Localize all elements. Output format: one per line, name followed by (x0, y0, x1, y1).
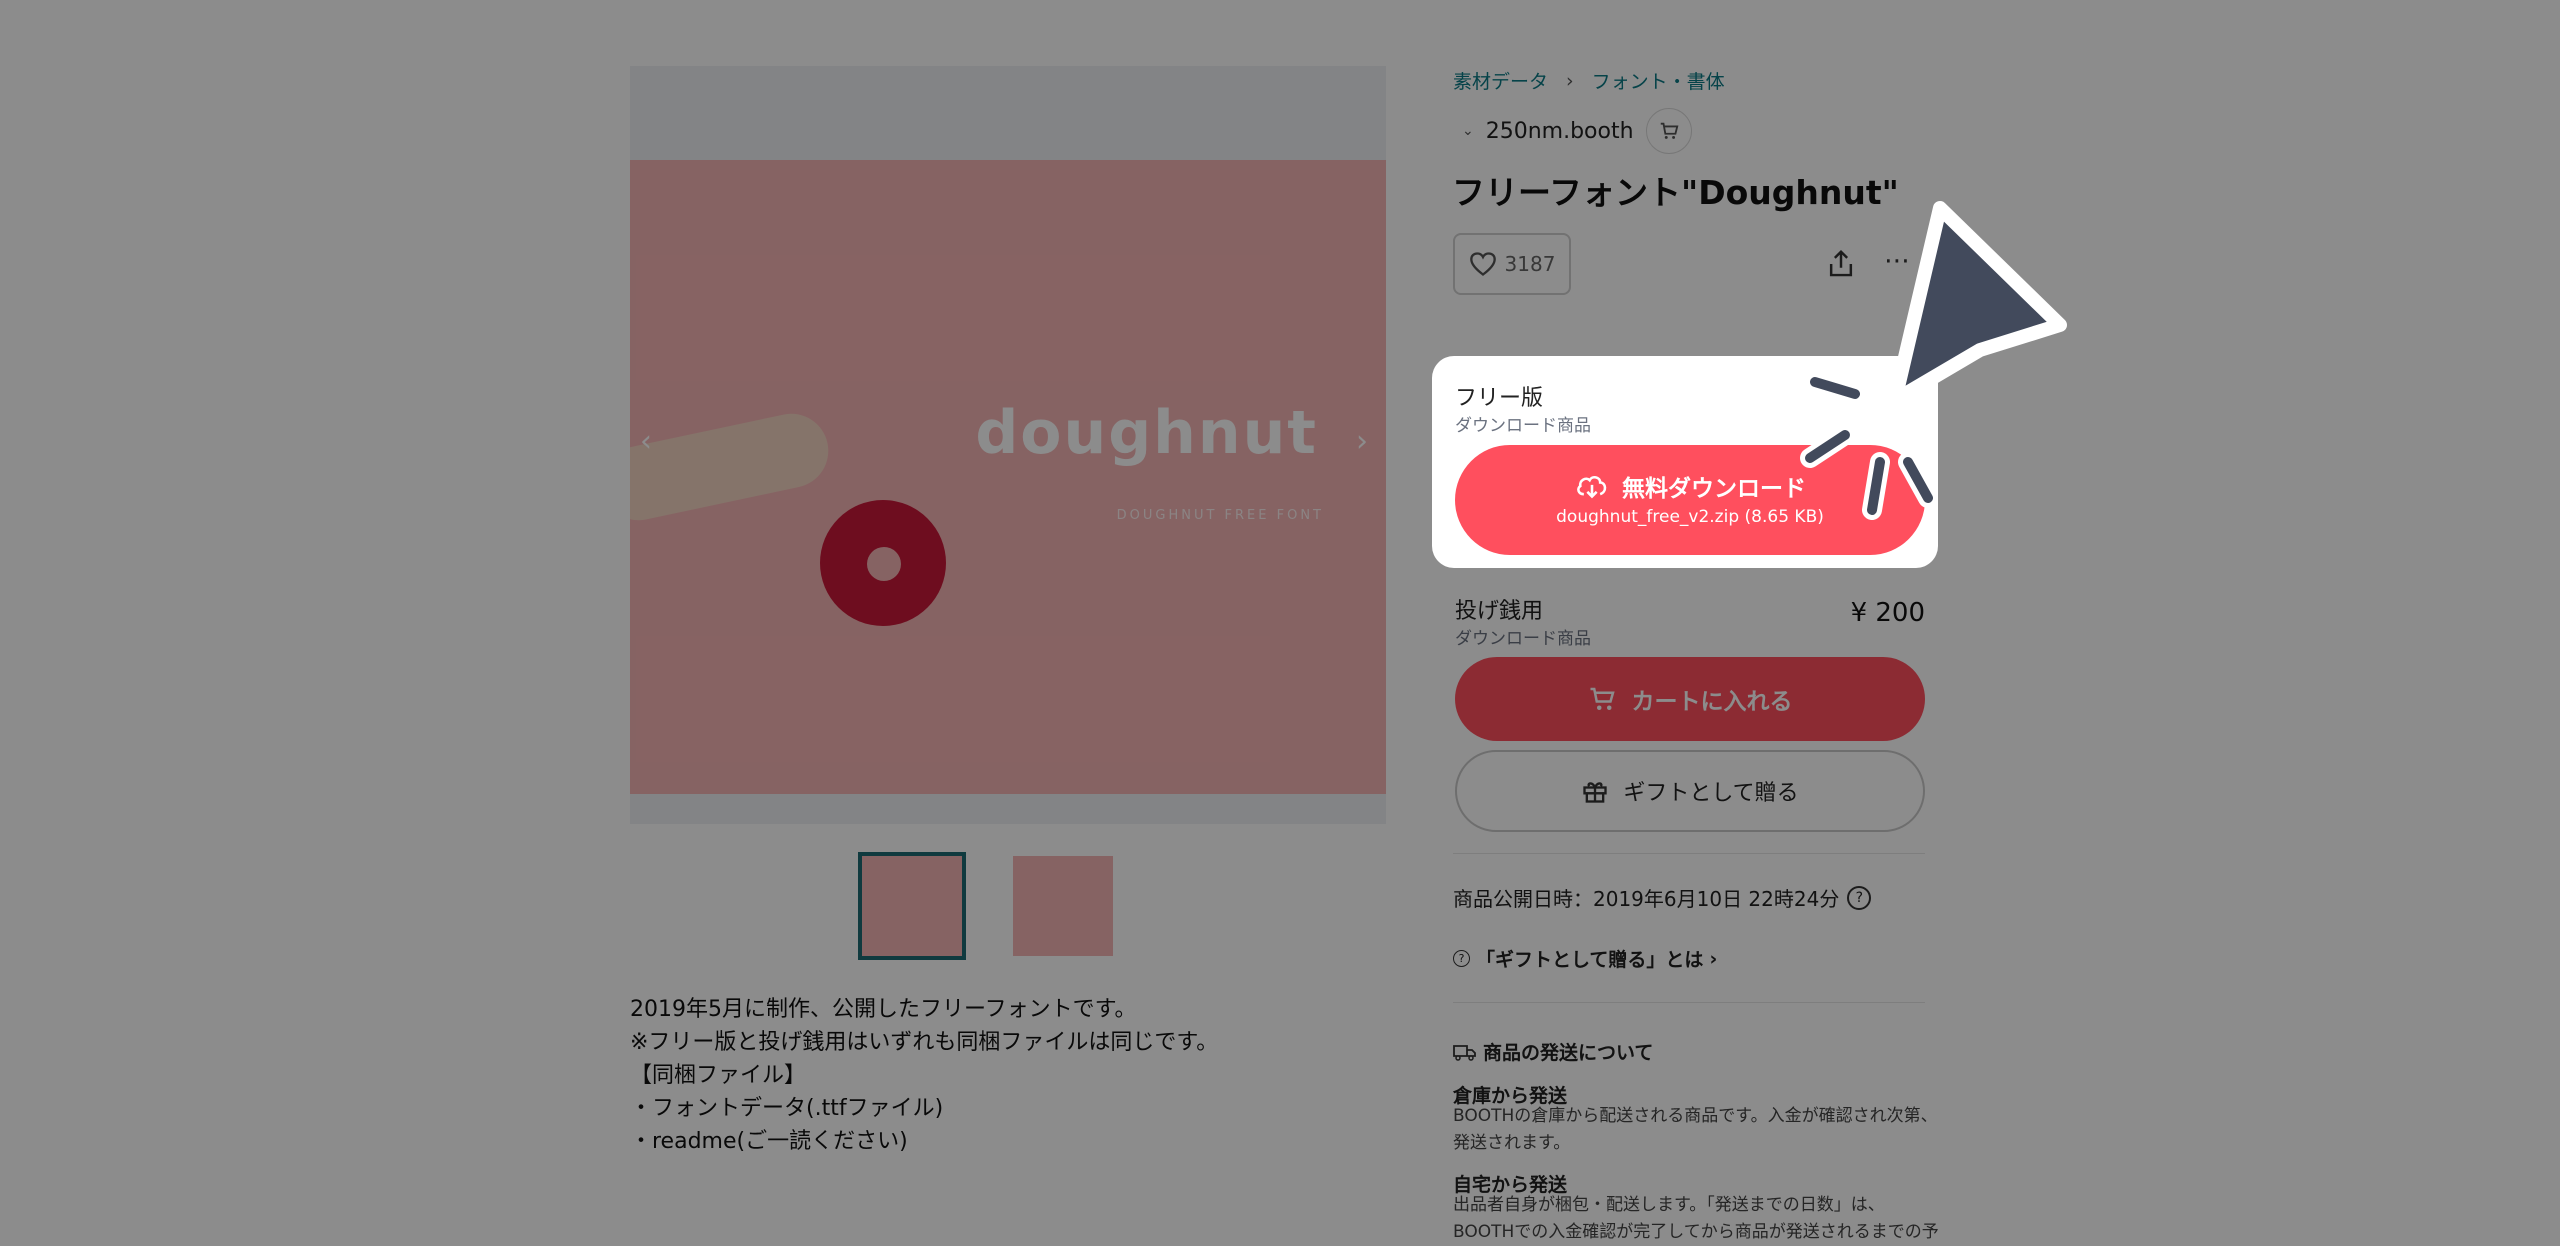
pointer-cursor-icon (1800, 201, 2067, 520)
description-line: ※フリー版と投げ銭用はいずれも同梱ファイルは同じです。 (630, 1030, 1219, 1055)
donut-hole (867, 547, 901, 581)
hand-illustration (630, 406, 836, 528)
like-count: 3187 (1504, 252, 1556, 276)
description-line: 【同梱ファイル】 (630, 1063, 807, 1088)
gift-label: ギフトとして贈る (1623, 781, 1799, 806)
shop-row: ⌄ 250nm.booth (1462, 108, 1692, 154)
gift-help-label: 「ギフトとして贈る」とは (1476, 949, 1704, 971)
help-icon[interactable]: ? (1847, 885, 1872, 910)
description-line: 2019年5月に制作、公開したフリーフォントです。 (630, 997, 1137, 1022)
like-button[interactable]: 3187 (1453, 233, 1571, 295)
question-icon: ? (1453, 950, 1470, 967)
chevron-down-icon[interactable]: ⌄ (1462, 123, 1474, 139)
publish-date-row: 商品公開日時：2019年6月10日 22時24分 ? (1453, 883, 1872, 912)
description-line: ・フォントデータ(.ttfファイル) (630, 1096, 944, 1121)
variant-tip-name: 投げ銭用 (1455, 599, 1544, 624)
product-description: 2019年5月に制作、公開したフリーフォントです。 ※フリー版と投げ銭用はいずれ… (630, 993, 1218, 1158)
prev-image-arrow-icon[interactable]: ‹ (640, 424, 652, 459)
breadcrumb: 素材データ › フォント・書体 (1453, 67, 1725, 94)
publish-date: 商品公開日時：2019年6月10日 22時24分 (1453, 887, 1840, 911)
divider (1453, 853, 1925, 854)
product-photo: doughnut DOUGHNUT FREE FONT (630, 160, 1386, 794)
add-to-cart-button[interactable]: カートに入れる (1455, 657, 1925, 741)
warehouse-text: BOOTHの倉庫から配送される商品です。入金が確認され次第、 発送されます。 (1453, 1103, 1938, 1157)
breadcrumb-item-font[interactable]: フォント・書体 (1592, 67, 1725, 94)
home-text-line: BOOTHでの入金確認が完了してから商品が発送されるまでの予 (1453, 1222, 1939, 1242)
home-text-line: 出品者自身が梱包・配送します。「発送までの日数」は、 (1453, 1195, 1885, 1215)
truck-icon (1453, 1044, 1476, 1061)
add-to-cart-label: カートに入れる (1631, 689, 1793, 715)
gift-button[interactable]: ギフトとして贈る (1455, 750, 1925, 832)
shop-name[interactable]: 250nm.booth (1486, 119, 1634, 144)
thumbnail-2[interactable] (1013, 856, 1113, 956)
cloud-download-icon (1577, 476, 1607, 499)
product-main-image[interactable]: doughnut DOUGHNUT FREE FONT (630, 66, 1386, 824)
chevron-right-icon: › (1709, 947, 1718, 970)
divider (1453, 1002, 1925, 1003)
chevron-right-icon: › (1566, 69, 1574, 92)
cart-icon (1590, 687, 1615, 710)
warehouse-text-line: BOOTHの倉庫から配送される商品です。入金が確認され次第、 (1453, 1106, 1938, 1126)
heart-icon (1469, 252, 1496, 276)
variant-tip-type: ダウンロード商品 (1455, 629, 1591, 649)
highlight-variant-name: フリー版 (1455, 386, 1544, 411)
image-tagline: DOUGHNUT FREE FONT (1116, 508, 1324, 523)
variant-tip-price: ¥ 200 (1850, 598, 1925, 628)
thumbnail-1[interactable] (862, 856, 962, 956)
breadcrumb-item-material[interactable]: 素材データ (1453, 67, 1548, 94)
home-text: 出品者自身が梱包・配送します。「発送までの日数」は、 BOOTHでの入金確認が完… (1453, 1192, 1939, 1246)
cart-icon (1660, 122, 1678, 139)
highlight-variant-type: ダウンロード商品 (1455, 416, 1591, 436)
gift-icon (1583, 782, 1607, 803)
description-line: ・readme(ご一読ください) (630, 1129, 908, 1154)
shipping-heading-label: 商品の発送について (1483, 1042, 1654, 1064)
warehouse-text-line: 発送されます。 (1453, 1133, 1571, 1153)
gift-help-link[interactable]: ? 「ギフトとして贈る」とは › (1453, 945, 1717, 972)
download-label: 無料ダウンロード (1622, 476, 1806, 502)
image-wordmark: doughnut (975, 398, 1318, 468)
shop-cart-button[interactable] (1645, 108, 1692, 154)
shipping-heading: 商品の発送について (1453, 1038, 1653, 1065)
next-image-arrow-icon[interactable]: › (1356, 424, 1368, 459)
